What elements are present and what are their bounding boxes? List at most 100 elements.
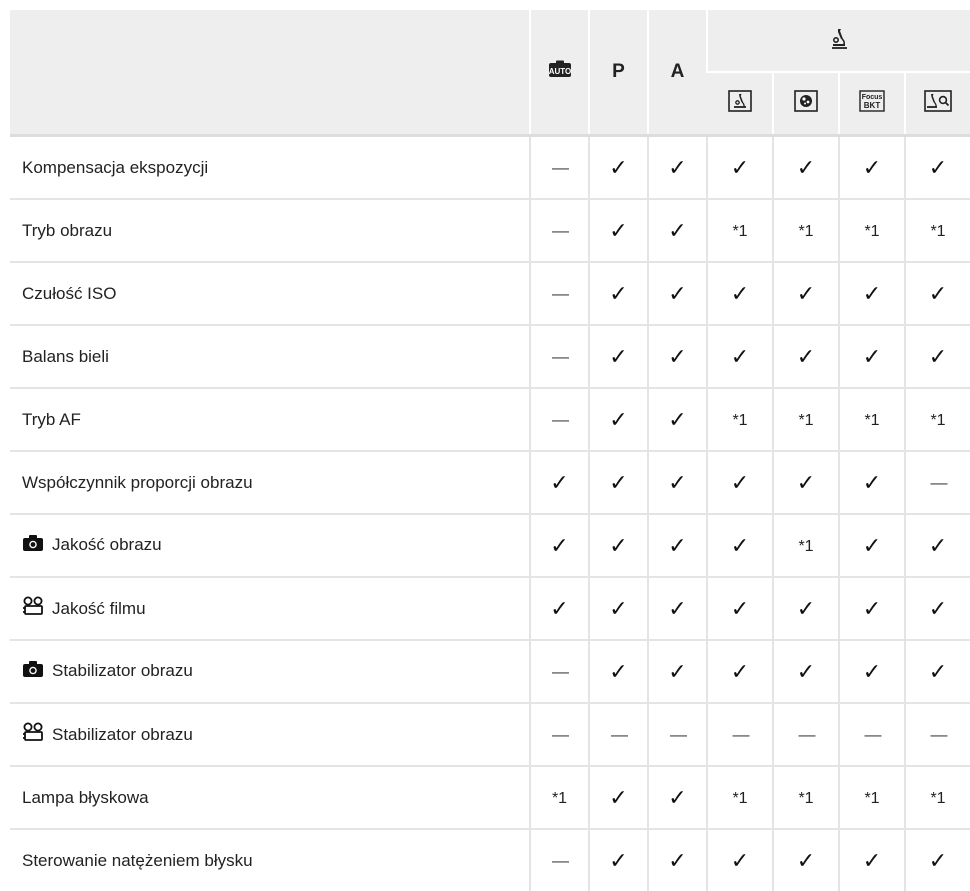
table-cell: ✓ [589,325,648,388]
checkmark: ✓ [797,596,815,621]
table-cell: — [530,136,589,200]
table-cell: ✓ [530,577,589,640]
checkmark: ✓ [668,218,686,243]
table-row: Kompensacja ekspozycji—✓✓✓✓✓✓ [10,136,970,200]
not-available-dash: — [611,725,626,744]
table-cell: — [648,703,707,766]
checkmark: ✓ [668,785,686,810]
table-cell: — [905,703,970,766]
table-row: Tryb obrazu—✓✓*1*1*1*1 [10,199,970,262]
row-label-cell: Tryb AF [10,388,530,451]
table-row: Lampa błyskowa*1✓✓*1*1*1*1 [10,766,970,829]
table-cell: ✓ [839,577,905,640]
header-a-label: A [671,61,685,82]
table-cell: ✓ [905,262,970,325]
row-label-cell: Współczynnik proporcji obrazu [10,451,530,514]
row-label: Jakość filmu [52,599,146,618]
table-cell: *1 [905,388,970,451]
table-cell: *1 [839,766,905,829]
row-label: Tryb obrazu [22,221,112,240]
row-label: Sterowanie natężeniem błysku [22,851,253,870]
row-label-cell: Tryb obrazu [10,199,530,262]
header-microscope-magnify-sub [905,72,970,136]
table-row: Sterowanie natężeniem błysku—✓✓✓✓✓✓ [10,829,970,891]
table-cell: *1 [707,199,773,262]
checkmark: ✓ [668,344,686,369]
row-label-cell: Kompensacja ekspozycji [10,136,530,200]
table-row: Czułość ISO—✓✓✓✓✓✓ [10,262,970,325]
table-cell: ✓ [839,640,905,703]
checkmark: ✓ [731,848,749,873]
header-microscope-sub [707,72,773,136]
table-cell: ✓ [648,325,707,388]
row-label: Tryb AF [22,410,81,429]
settings-availability-table: AUTO P A [10,10,970,891]
header-p-label: P [612,61,625,82]
footnote-reference: *1 [798,538,813,555]
table-cell: ✓ [707,577,773,640]
table-cell: — [530,829,589,891]
svg-text:AUTO: AUTO [548,67,571,76]
checkmark: ✓ [668,533,686,558]
checkmark: ✓ [863,848,881,873]
table-cell: — [589,703,648,766]
checkmark: ✓ [609,407,627,432]
checkmark: ✓ [731,533,749,558]
checkmark: ✓ [863,533,881,558]
table-cell: ✓ [648,577,707,640]
checkmark: ✓ [929,533,947,558]
not-available-dash: — [670,725,685,744]
checkmark: ✓ [929,848,947,873]
table-cell: ✓ [773,640,839,703]
not-available-dash: — [865,725,880,744]
header-blank-cell [10,10,530,136]
svg-text:Focus: Focus [862,94,883,101]
table-cell: *1 [839,199,905,262]
checkmark: ✓ [668,848,686,873]
table-row: Jakość obrazu✓✓✓✓*1✓✓ [10,514,970,577]
settings-availability-table-wrap: AUTO P A [10,10,970,891]
table-cell: ✓ [773,451,839,514]
checkmark: ✓ [863,281,881,306]
row-label-cell: Jakość filmu [10,577,530,640]
table-row: Tryb AF—✓✓*1*1*1*1 [10,388,970,451]
checkmark: ✓ [550,533,568,558]
table-cell: ✓ [773,262,839,325]
checkmark: ✓ [797,659,815,684]
table-cell: ✓ [707,514,773,577]
footnote-reference: *1 [864,412,879,429]
table-cell: *1 [707,766,773,829]
not-available-dash: — [552,725,567,744]
table-cell: ✓ [707,325,773,388]
not-available-dash: — [799,725,814,744]
table-cell: ✓ [648,136,707,200]
table-cell: — [905,451,970,514]
table-cell: ✓ [589,199,648,262]
table-cell: *1 [839,388,905,451]
footnote-reference: *1 [864,223,879,240]
checkmark: ✓ [609,218,627,243]
table-cell: *1 [773,199,839,262]
checkmark: ✓ [668,596,686,621]
not-available-dash: — [552,347,567,366]
table-cell: — [530,640,589,703]
footnote-reference: *1 [732,412,747,429]
table-cell: ✓ [648,514,707,577]
table-cell: ✓ [589,388,648,451]
checkmark: ✓ [797,344,815,369]
table-cell: ✓ [839,451,905,514]
header-focus-bkt-sub: Focus BKT [839,72,905,136]
table-cell: *1 [905,199,970,262]
table-cell: ✓ [648,262,707,325]
not-available-dash: — [931,725,946,744]
table-row: Balans bieli—✓✓✓✓✓✓ [10,325,970,388]
table-cell: ✓ [905,514,970,577]
table-body: Kompensacja ekspozycji—✓✓✓✓✓✓Tryb obrazu… [10,136,970,891]
not-available-dash: — [733,725,748,744]
movie-camera-icon [22,596,44,621]
table-cell: — [773,703,839,766]
table-cell: ✓ [905,136,970,200]
checkmark: ✓ [668,470,686,495]
table-cell: ✓ [648,766,707,829]
checkmark: ✓ [731,155,749,180]
